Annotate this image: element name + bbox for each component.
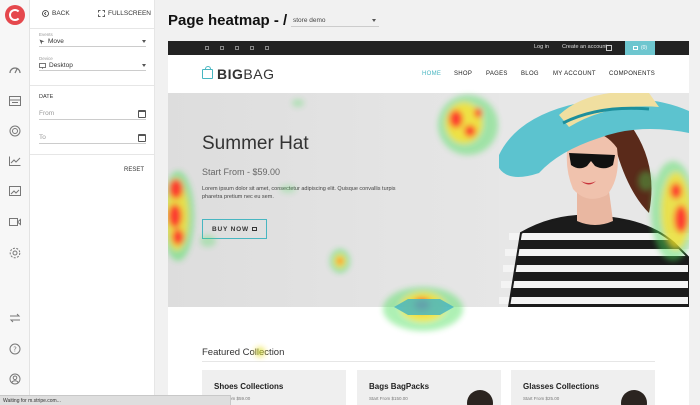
reset-button[interactable]: RESET [124, 167, 144, 173]
featured-divider [202, 361, 655, 362]
social-icon[interactable] [205, 46, 209, 50]
back-button[interactable]: BACK [42, 10, 70, 17]
integrations-icon[interactable] [8, 311, 22, 325]
filter-panel: BACK FULLSCREEN Events Move Device Deskt… [30, 0, 155, 405]
social-icon[interactable] [220, 46, 224, 50]
date-to-input[interactable]: To [39, 132, 146, 144]
chevron-down-icon [372, 18, 376, 22]
create-account-link[interactable]: Create an account [562, 44, 607, 50]
browser-status-bar: Waiting for m.stripe.com... [0, 395, 231, 405]
site-nav: BIGBAG HOME SHOP PAGES BLOG MY ACCOUNT C… [168, 55, 689, 93]
back-label: BACK [52, 10, 70, 17]
fullscreen-button[interactable]: FULLSCREEN [98, 10, 151, 17]
collection-card-title: Glasses Collections [523, 382, 600, 391]
chevron-down-icon [142, 64, 146, 67]
collection-card-title: Shoes Collections [214, 382, 284, 391]
nav-my-account[interactable]: MY ACCOUNT [553, 71, 596, 77]
date-from-placeholder: From [39, 110, 55, 117]
bag-logo-icon [202, 66, 213, 79]
cart-icon [632, 46, 638, 50]
site-topbar: Log in Create an account (0) [168, 41, 689, 55]
nav-home[interactable]: HOME [422, 71, 441, 77]
panel-toplinks: BACK FULLSCREEN [30, 10, 155, 22]
collection-card[interactable]: Bags BagPacks Start From $150.00 [357, 370, 501, 405]
app-root: ? BACK FULLSCREEN Events Move Device Des… [0, 0, 700, 405]
collection-card-image [621, 390, 647, 405]
funnels-icon[interactable] [8, 154, 22, 168]
device-select[interactable]: Device Desktop [39, 56, 146, 71]
buy-now-label: BUY NOW [212, 225, 249, 233]
fullscreen-icon [98, 10, 105, 17]
nav-shop[interactable]: SHOP [454, 71, 472, 77]
hero-price: Start From - $59.00 [202, 167, 281, 177]
featured-title: Featured Collection [202, 347, 285, 358]
social-icon[interactable] [265, 46, 269, 50]
page-title: Page heatmap - / [168, 12, 288, 29]
site-brand[interactable]: BIGBAG [202, 66, 274, 82]
app-logo[interactable] [5, 5, 25, 25]
svg-text:?: ? [13, 346, 17, 354]
help-icon[interactable]: ? [8, 342, 22, 356]
collection-card-image [467, 390, 493, 405]
page-select-value: store demo [293, 16, 326, 24]
date-section-title: DATE [39, 94, 54, 100]
device-value: Desktop [49, 62, 73, 69]
buy-now-button[interactable]: BUY NOW [202, 219, 267, 239]
calendar-icon[interactable] [138, 133, 146, 142]
date-from-input[interactable]: From [39, 108, 146, 120]
fullscreen-label: FULLSCREEN [108, 10, 151, 17]
events-value: Move [48, 38, 64, 45]
forms-icon[interactable] [8, 184, 22, 198]
heatmaps-icon[interactable] [8, 124, 22, 138]
heatmap-frame[interactable]: Log in Create an account (0) BIGBAG HOME… [168, 41, 689, 405]
collection-card-price: Start From $150.00 [369, 396, 408, 401]
collection-card-title: Bags BagPacks [369, 382, 430, 391]
nav-components[interactable]: COMPONENTS [609, 71, 655, 77]
events-select[interactable]: Events Move [39, 32, 146, 47]
date-to-placeholder: To [39, 134, 46, 141]
icon-rail: ? [0, 0, 30, 405]
cart-button[interactable]: (0) [625, 41, 655, 55]
panel-divider [30, 28, 155, 29]
collection-card-price: Start From $25.00 [523, 396, 560, 401]
brand-text: BIGBAG [217, 66, 275, 82]
settings-icon[interactable] [8, 246, 22, 260]
video-icon[interactable] [8, 215, 22, 229]
user-icon[interactable] [606, 45, 612, 51]
cart-icon [251, 227, 257, 231]
social-icon[interactable] [250, 46, 254, 50]
hero-title: Summer Hat [202, 133, 309, 154]
calendar-icon[interactable] [138, 109, 146, 118]
panel-divider [30, 154, 155, 155]
collection-card[interactable]: Glasses Collections Start From $25.00 [511, 370, 655, 405]
desktop-icon [39, 62, 46, 69]
cursor-icon [39, 39, 45, 44]
account-icon[interactable] [8, 372, 22, 386]
page-select[interactable]: store demo [291, 14, 379, 27]
recordings-icon[interactable] [8, 94, 22, 108]
social-icon[interactable] [235, 46, 239, 50]
login-link[interactable]: Log in [534, 44, 549, 50]
panel-divider [30, 85, 155, 86]
back-arrow-icon [42, 10, 49, 17]
dashboard-icon[interactable] [8, 63, 22, 77]
cart-count: (0) [640, 45, 648, 51]
nav-blog[interactable]: BLOG [521, 71, 539, 77]
hero-description: Lorem ipsum dolor sit amet, consectetur … [202, 186, 396, 200]
hero-model-image [499, 93, 689, 307]
chevron-down-icon [142, 40, 146, 43]
nav-pages[interactable]: PAGES [486, 71, 508, 77]
hero-banner: Summer Hat Start From - $59.00 Lorem ips… [168, 93, 689, 307]
